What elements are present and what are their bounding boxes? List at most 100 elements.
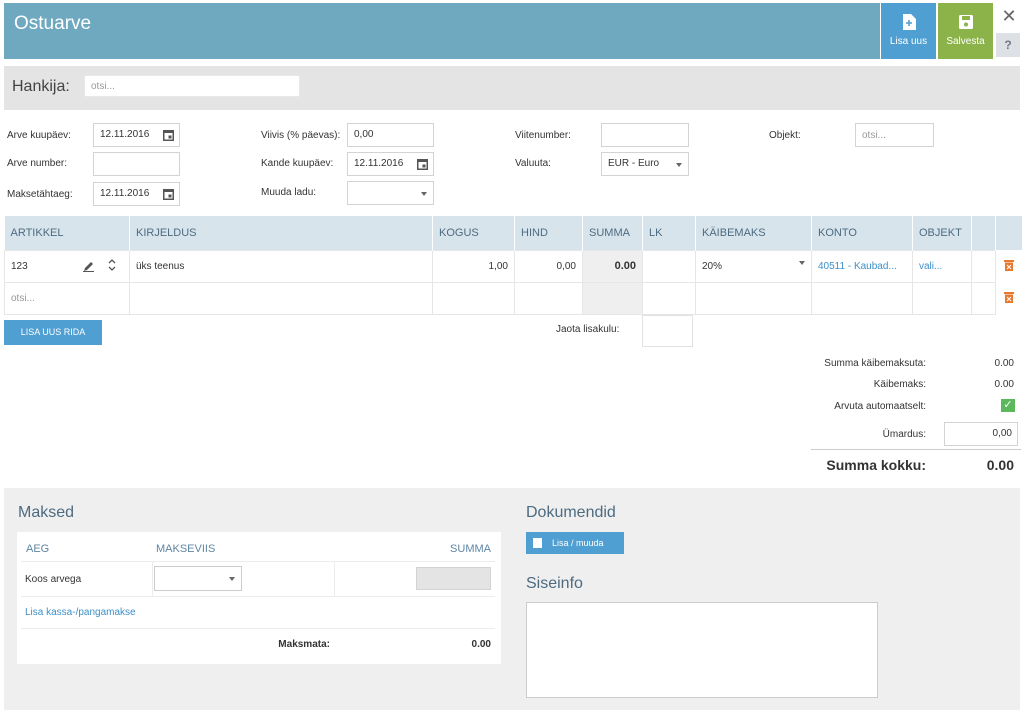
chevron-down-icon: [676, 163, 682, 167]
quantity-cell[interactable]: [432, 281, 515, 315]
payments-col-divider: [334, 561, 335, 596]
delete-cell[interactable]: [996, 282, 1023, 314]
internal-info-title: Siseinfo: [526, 575, 583, 592]
col-header-article: ARTIKKEL: [4, 216, 130, 250]
supplier-label: Hankija:: [12, 78, 70, 95]
payment-method-select[interactable]: [154, 566, 242, 591]
supplier-search-input[interactable]: [84, 75, 300, 97]
price-cell[interactable]: 0,00: [514, 249, 583, 283]
col-header-description: KIRJELDUS: [129, 216, 433, 250]
net-total-value: 0.00: [994, 358, 1014, 369]
vat-total-label: Käibemaks:: [873, 379, 926, 390]
calendar-icon[interactable]: [163, 188, 174, 200]
object-cell[interactable]: vali...: [912, 249, 972, 283]
description-cell[interactable]: üks teenus: [129, 249, 433, 283]
reference-label: Viitenumber:: [515, 130, 571, 141]
article-cell[interactable]: 123: [4, 249, 130, 283]
payment-sum-field: [416, 567, 491, 590]
entry-date-value: 12.11.2016: [354, 158, 404, 169]
due-date-field[interactable]: 12.11.2016: [93, 182, 180, 206]
add-row-button[interactable]: LISA UUS RIDA: [4, 320, 102, 345]
invoice-lines-table: ARTIKKEL KIRJELDUS KOGUS HIND SUMMA LK K…: [4, 216, 1023, 315]
object-label: Objekt:: [769, 130, 801, 141]
unpaid-label: Maksmata:: [278, 639, 330, 650]
rounding-input[interactable]: 0,00: [944, 422, 1018, 446]
calendar-icon[interactable]: [163, 129, 174, 141]
grand-total-value: 0.00: [986, 457, 1014, 473]
col-header-account: KONTO: [811, 216, 913, 250]
warehouse-select[interactable]: [347, 181, 434, 205]
rounding-label: Ümardus:: [882, 429, 926, 440]
internal-info-textarea[interactable]: [526, 602, 878, 698]
payments-row-divider: [21, 596, 495, 597]
quantity-cell[interactable]: 1,00: [432, 249, 515, 283]
reorder-icon[interactable]: [108, 258, 116, 271]
penalty-field[interactable]: 0,00: [347, 123, 434, 147]
object-search-input[interactable]: [855, 123, 934, 147]
title-bar: Ostuarve: [4, 3, 880, 59]
trash-icon[interactable]: [1004, 291, 1015, 303]
account-cell[interactable]: 40511 - Kaubad...: [811, 249, 913, 283]
net-total-label: Summa käibemaksuta:: [824, 358, 926, 369]
penalty-label: Viivis (% päevas):: [261, 130, 341, 141]
entry-date-field[interactable]: 12.11.2016: [347, 152, 434, 176]
payments-row-divider: [21, 628, 495, 629]
col-header-object: OBJEKT: [912, 216, 972, 250]
lk-cell[interactable]: [642, 249, 696, 283]
documents-title: Dokumendid: [526, 504, 616, 521]
col-header-sum: SUMMA: [582, 216, 643, 250]
col-header-vat: KÄIBEMAKS: [695, 216, 812, 250]
sum-cell: 0.00: [582, 249, 643, 283]
payments-title: Maksed: [18, 504, 75, 521]
article-search-cell[interactable]: [4, 281, 130, 315]
distribute-cost-label: Jaota lisakulu:: [556, 324, 620, 335]
reference-field[interactable]: [601, 123, 689, 147]
pencil-icon[interactable]: [83, 261, 94, 272]
article-search-input[interactable]: [11, 292, 123, 304]
invoice-date-label: Arve kuupäev:: [7, 130, 71, 141]
payments-col-sum: SUMMA: [450, 543, 491, 555]
table-row: [4, 281, 1023, 315]
edit-documents-label: Lisa / muuda: [552, 538, 604, 548]
vat-value: 20%: [702, 260, 723, 272]
lk-cell[interactable]: [642, 281, 696, 315]
auto-calc-label: Arvuta automaatselt:: [834, 401, 926, 412]
chevron-down-icon: [229, 577, 235, 581]
trash-icon[interactable]: [1004, 259, 1015, 271]
col-header-quantity: KOGUS: [432, 216, 515, 250]
unpaid-value: 0.00: [471, 639, 491, 650]
grand-total-label: Summa kokku:: [826, 457, 926, 473]
vat-cell[interactable]: 20%: [695, 249, 812, 283]
supplier-bar: Hankija:: [4, 66, 1020, 110]
price-cell[interactable]: [514, 281, 583, 315]
currency-select[interactable]: EUR - Euro: [601, 152, 689, 176]
payments-col-method: MAKSEVIIS: [156, 543, 216, 555]
chevron-down-icon: [421, 192, 427, 196]
object-cell[interactable]: [912, 281, 972, 315]
col-header-lk: LK: [642, 216, 696, 250]
save-icon: [958, 15, 973, 29]
sum-cell: [582, 281, 643, 315]
description-cell[interactable]: [129, 281, 433, 315]
vat-total-value: 0.00: [994, 379, 1014, 390]
currency-value: EUR - Euro: [608, 158, 660, 169]
delete-cell[interactable]: [996, 250, 1023, 282]
save-button[interactable]: Salvesta: [938, 3, 993, 59]
auto-calc-checkbox[interactable]: ✓: [1001, 399, 1015, 412]
add-payment-link[interactable]: Lisa kassa-/pangamakse: [25, 607, 136, 618]
invoice-date-field[interactable]: 12.11.2016: [93, 123, 180, 147]
calendar-icon[interactable]: [417, 158, 428, 170]
col-header-price: HIND: [514, 216, 583, 250]
distribute-cost-input[interactable]: [642, 315, 693, 347]
help-button[interactable]: ?: [996, 33, 1020, 57]
add-new-button[interactable]: Lisa uus: [881, 3, 936, 59]
spacer-cell: [971, 281, 996, 315]
invoice-number-label: Arve number:: [7, 158, 68, 169]
payment-row-label: Koos arvega: [25, 574, 82, 585]
vat-cell[interactable]: [695, 281, 812, 315]
invoice-date-value: 12.11.2016: [100, 129, 150, 140]
account-cell[interactable]: [811, 281, 913, 315]
edit-documents-button[interactable]: Lisa / muuda: [526, 532, 624, 554]
invoice-number-field[interactable]: [93, 152, 180, 176]
close-icon[interactable]: ✕: [1000, 6, 1018, 27]
